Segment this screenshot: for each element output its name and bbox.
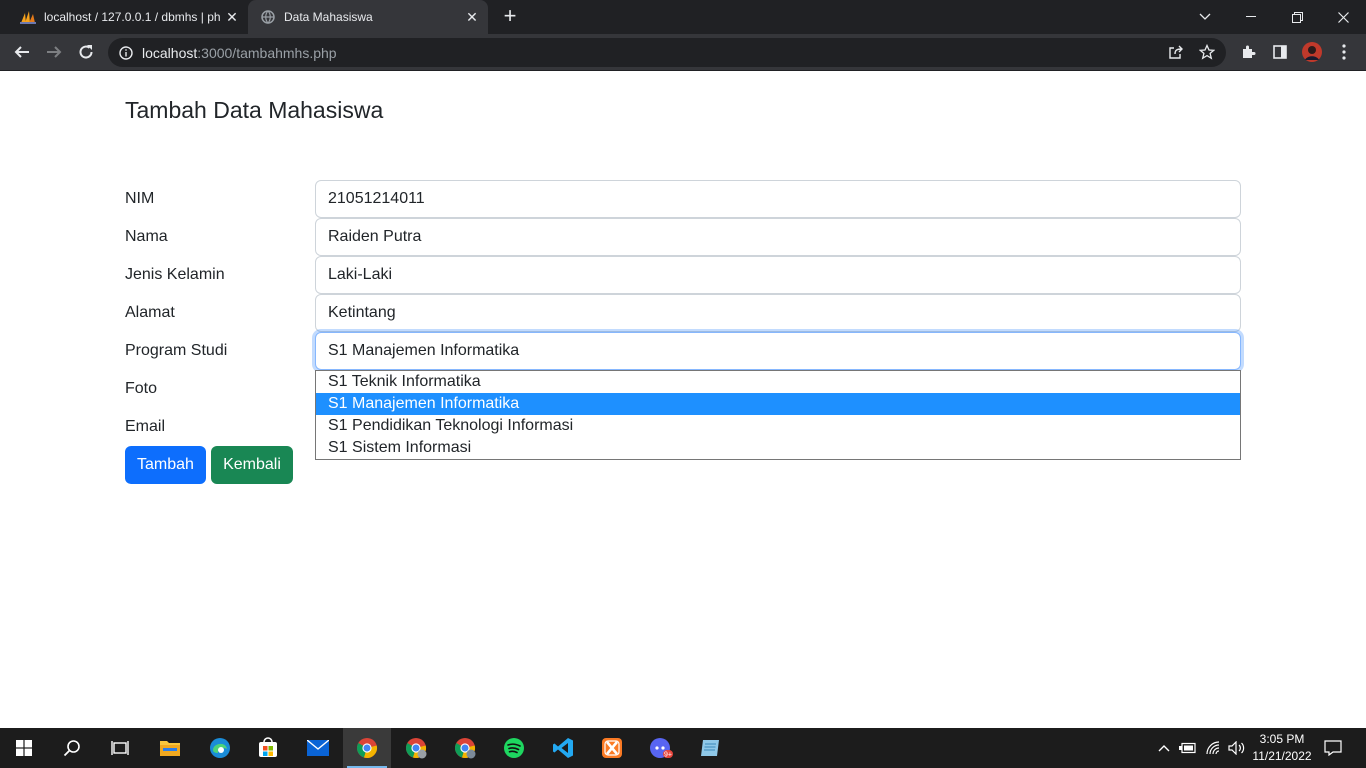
chrome-profile-icon[interactable] xyxy=(392,728,440,768)
forward-button[interactable] xyxy=(42,40,66,64)
close-tab-icon[interactable]: ✕ xyxy=(462,7,482,27)
close-window-button[interactable] xyxy=(1320,0,1366,34)
jenis-kelamin-label: Jenis Kelamin xyxy=(125,266,225,283)
address-bar[interactable]: localhost:3000/tambahmhs.php xyxy=(108,38,1226,67)
page-content: Tambah Data Mahasiswa NIM 21051214011 Na… xyxy=(0,71,1366,728)
profile-avatar-icon[interactable] xyxy=(1300,40,1324,64)
svg-text:9+: 9+ xyxy=(664,752,672,759)
extensions-icon[interactable] xyxy=(1236,40,1260,64)
jenis-kelamin-input[interactable]: Laki-Laki xyxy=(315,256,1241,294)
tambah-button[interactable]: Tambah xyxy=(125,446,206,484)
nama-input[interactable]: Raiden Putra xyxy=(315,218,1241,256)
file-explorer-icon[interactable] xyxy=(146,728,194,768)
site-info-icon[interactable] xyxy=(118,45,134,61)
store-icon[interactable] xyxy=(244,728,292,768)
nim-label: NIM xyxy=(125,190,155,207)
minimize-button[interactable] xyxy=(1228,0,1274,34)
form-row-nama: Nama Raiden Putra xyxy=(125,218,1241,256)
mail-icon[interactable] xyxy=(294,728,342,768)
tab-phpmyadmin[interactable]: localhost / 127.0.0.1 / dbmhs | ph ✕ xyxy=(8,0,248,34)
option-pendidikan-teknologi-informasi[interactable]: S1 Pendidikan Teknologi Informasi xyxy=(316,415,1240,437)
kembali-button[interactable]: Kembali xyxy=(211,446,293,484)
bookmark-star-icon[interactable] xyxy=(1198,43,1216,65)
browser-toolbar: localhost:3000/tambahmhs.php xyxy=(0,34,1366,71)
edge-icon[interactable] xyxy=(196,728,244,768)
nama-label: Nama xyxy=(125,228,168,245)
option-teknik-informatika[interactable]: S1 Teknik Informatika xyxy=(316,371,1240,393)
foto-label: Foto xyxy=(125,380,158,397)
windows-taskbar: 9+ 3:05 PM 11/21/2022 xyxy=(0,728,1366,768)
form-row-jenis-kelamin: Jenis Kelamin Laki-Laki xyxy=(125,256,1241,294)
tab-data-mahasiswa[interactable]: Data Mahasiswa ✕ xyxy=(248,0,488,34)
tab-search-icon[interactable] xyxy=(1182,0,1228,34)
new-tab-button[interactable]: + xyxy=(498,5,522,29)
volume-icon[interactable] xyxy=(1227,738,1247,758)
vscode-icon[interactable] xyxy=(539,728,587,768)
start-icon[interactable] xyxy=(0,728,48,768)
side-panel-icon[interactable] xyxy=(1268,40,1292,64)
page-title: Tambah Data Mahasiswa xyxy=(125,97,384,123)
form-row-nim: NIM 21051214011 xyxy=(125,180,1241,218)
url-path: :3000/tambahmhs.php xyxy=(197,44,337,61)
show-hidden-icons-icon[interactable] xyxy=(1154,738,1174,758)
program-studi-select[interactable]: S1 Manajemen Informatika xyxy=(315,332,1241,370)
notification-center-icon[interactable] xyxy=(1323,738,1343,758)
discord-icon[interactable]: 9+ xyxy=(637,728,685,768)
option-manajemen-informatika[interactable]: S1 Manajemen Informatika xyxy=(316,393,1240,415)
program-studi-label: Program Studi xyxy=(125,342,228,359)
tab-title: Data Mahasiswa xyxy=(284,10,373,24)
wifi-icon[interactable] xyxy=(1204,738,1224,758)
alamat-input[interactable]: Ketintang xyxy=(315,294,1241,332)
restore-button[interactable] xyxy=(1274,0,1320,34)
back-button[interactable] xyxy=(10,40,34,64)
task-view-icon[interactable] xyxy=(96,728,144,768)
chrome-menu-icon[interactable] xyxy=(1332,40,1356,64)
phpmyadmin-icon xyxy=(20,9,36,25)
alamat-label: Alamat xyxy=(125,304,175,321)
browser-tabstrip: localhost / 127.0.0.1 / dbmhs | ph ✕ Dat… xyxy=(0,0,1366,34)
form-row-program-studi: Program Studi S1 Manajemen Informatika xyxy=(125,332,1241,370)
chrome-profile-icon[interactable] xyxy=(441,728,489,768)
chrome-icon[interactable] xyxy=(343,728,391,768)
clock-time: 3:05 PM xyxy=(1259,732,1305,746)
battery-icon[interactable] xyxy=(1178,738,1198,758)
program-studi-dropdown-list: S1 Teknik Informatika S1 Manajemen Infor… xyxy=(315,370,1241,460)
taskbar-clock[interactable]: 3:05 PM 11/21/2022 xyxy=(1246,731,1318,765)
url-host: localhost xyxy=(142,44,198,61)
email-label: Email xyxy=(125,418,166,435)
share-icon[interactable] xyxy=(1168,44,1184,65)
form-row-alamat: Alamat Ketintang xyxy=(125,294,1241,332)
tab-title: localhost / 127.0.0.1 / dbmhs | ph xyxy=(44,10,221,24)
spotify-icon[interactable] xyxy=(490,728,538,768)
reload-button[interactable] xyxy=(74,40,98,64)
notepad-icon[interactable] xyxy=(686,728,734,768)
close-tab-icon[interactable]: ✕ xyxy=(222,7,242,27)
option-sistem-informasi[interactable]: S1 Sistem Informasi xyxy=(316,437,1240,459)
clock-date: 11/21/2022 xyxy=(1252,749,1312,763)
globe-icon xyxy=(260,9,276,25)
nim-input[interactable]: 21051214011 xyxy=(315,180,1241,218)
url-text: localhost:3000/tambahmhs.php xyxy=(142,45,337,61)
search-icon[interactable] xyxy=(48,728,96,768)
xampp-icon[interactable] xyxy=(588,728,636,768)
